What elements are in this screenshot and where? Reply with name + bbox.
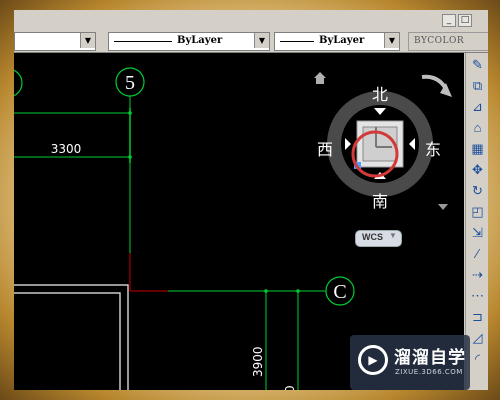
autocad-window: _ □ ▼ ByLayer ▼ ByLayer ▼ BYCOLOR 5 3300…: [14, 10, 488, 390]
wall-outline-outer: [14, 284, 129, 390]
offset-icon[interactable]: ⌂: [468, 118, 487, 137]
decorative-frame: _ □ ▼ ByLayer ▼ ByLayer ▼ BYCOLOR 5 3300…: [0, 0, 500, 400]
color-dropdown[interactable]: ▼: [14, 32, 96, 51]
play-icon: ▶: [358, 345, 388, 375]
wcs-dropdown-icon: ▼: [389, 231, 397, 240]
linetype-sample: [114, 41, 172, 42]
dimension-tick: [128, 111, 132, 115]
erase-icon[interactable]: ✎: [468, 55, 487, 74]
minimize-button[interactable]: _: [442, 14, 456, 27]
wcs-label: WCS: [362, 232, 383, 242]
dimension-tick: [296, 289, 300, 293]
move-icon[interactable]: ✥: [468, 160, 487, 179]
dropdown-arrow-icon[interactable]: ▼: [80, 33, 95, 48]
viewcube-widget[interactable]: 北 南 东 西: [314, 72, 452, 211]
dimension-tick: [264, 289, 268, 293]
trim-icon[interactable]: ⁄: [468, 244, 487, 263]
extend-icon[interactable]: ⇢: [468, 265, 487, 284]
home-icon[interactable]: [314, 72, 326, 84]
wall-outline-inner: [14, 292, 121, 390]
restore-button[interactable]: □: [458, 14, 472, 27]
stretch-icon[interactable]: ⇲: [468, 223, 487, 242]
join-icon[interactable]: ⊐: [468, 307, 487, 326]
window-title-strip: _ □: [14, 10, 488, 30]
watermark-name: 溜溜自学: [394, 348, 466, 368]
viewcube-arrow-north[interactable]: [374, 108, 386, 115]
wcs-menu[interactable]: WCS ▼: [355, 230, 402, 247]
linetype-dropdown[interactable]: ByLayer ▼: [108, 32, 270, 51]
chamfer-icon[interactable]: ◿: [468, 328, 487, 347]
fillet-icon[interactable]: ◜: [468, 349, 487, 368]
watermark-url: ZIXUE.3D66.COM: [395, 368, 463, 376]
viewcube-arrow-east[interactable]: [409, 138, 415, 150]
dimension-text-partial: 0: [283, 385, 297, 390]
rotate-arrow-icon[interactable]: [421, 74, 448, 91]
compass-east-label[interactable]: 东: [425, 140, 441, 159]
mirror-icon[interactable]: ⊿: [468, 97, 487, 116]
viewcube-menu-icon[interactable]: [438, 204, 448, 210]
dimension-text-3900: 3900: [251, 346, 265, 377]
compass-south-label[interactable]: 南: [372, 192, 388, 211]
compass-west-label[interactable]: 西: [317, 140, 333, 159]
dimension-tick: [128, 155, 132, 159]
grid-bubble-c-label: C: [333, 281, 346, 303]
plotstyle-dropdown[interactable]: BYCOLOR: [408, 32, 488, 51]
rotate-icon[interactable]: ↻: [468, 181, 487, 200]
lineweight-label: ByLayer: [319, 35, 365, 46]
break-icon[interactable]: ⋯: [468, 286, 487, 305]
lineweight-dropdown[interactable]: ByLayer ▼: [274, 32, 400, 51]
scale-icon[interactable]: ◰: [468, 202, 487, 221]
grid-bubble-5-label: 5: [125, 72, 135, 94]
dimension-text-3300: 3300: [51, 142, 82, 156]
compass-north-label[interactable]: 北: [372, 85, 388, 104]
copy-icon[interactable]: ⧉: [468, 76, 487, 95]
partial-grid-bubble: [14, 69, 23, 97]
viewcube-arrow-west[interactable]: [345, 138, 351, 150]
linetype-label: ByLayer: [177, 35, 223, 46]
array-icon[interactable]: ▦: [468, 139, 487, 158]
watermark-logo: ▶ 溜溜自学 ZIXUE.3D66.COM: [350, 335, 470, 390]
dropdown-arrow-icon[interactable]: ▼: [384, 33, 399, 48]
dropdown-arrow-icon[interactable]: ▼: [254, 33, 269, 48]
lineweight-sample: [280, 41, 314, 42]
